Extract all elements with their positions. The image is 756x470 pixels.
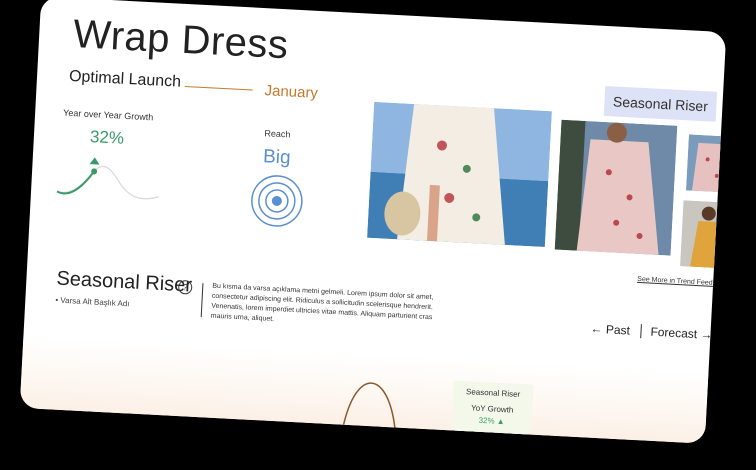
stage: Wrap Dress Optimal Launch January Season… — [0, 0, 756, 470]
seasonal-riser-badge: Seasonal Riser — [603, 85, 718, 122]
reach-value: Big — [262, 146, 292, 169]
yoy-growth-label: Year over Year Growth — [62, 107, 154, 123]
mini-card-title: Seasonal Riser — [465, 387, 521, 399]
optimal-launch-label: Optimal Launch — [68, 67, 182, 91]
launch-connector-line — [184, 85, 253, 91]
growth-wave-icon — [56, 157, 160, 200]
dress-photo-main[interactable] — [367, 101, 552, 248]
nav-divider — [640, 324, 642, 339]
dress-photo-small-top[interactable] — [685, 134, 727, 193]
reach-label: Reach — [264, 128, 291, 140]
section-subtitle-item: • Varsa Alt Başlık Adı — [55, 295, 130, 309]
optimal-launch-month: January — [264, 82, 319, 102]
past-button[interactable]: ← Past — [590, 322, 630, 338]
mini-card-value: 32% ▲ — [478, 415, 505, 427]
seasonal-mini-card: Seasonal Riser YoY Growth 32% ▲ — [450, 380, 534, 439]
section-title: Seasonal Riser — [55, 267, 193, 297]
section-description: Bu kısma da varsa açıklama metni gelmeli… — [210, 282, 434, 323]
section-divider — [200, 283, 204, 318]
seasonal-curve-icon — [342, 382, 396, 430]
trend-feed-link[interactable]: See More in Trend Feed → — [637, 276, 722, 287]
yoy-growth-value: 32% — [89, 127, 125, 148]
forecast-button[interactable]: Forecast → — [650, 325, 713, 342]
product-title: Wrap Dress — [72, 12, 290, 68]
dress-photo-small-bottom[interactable] — [680, 200, 727, 269]
dress-photo-back[interactable] — [554, 119, 678, 256]
trend-card: Wrap Dress Optimal Launch January Season… — [19, 0, 727, 444]
target-rings-icon — [251, 175, 303, 227]
mini-card-subtitle: YoY Growth — [470, 403, 514, 415]
